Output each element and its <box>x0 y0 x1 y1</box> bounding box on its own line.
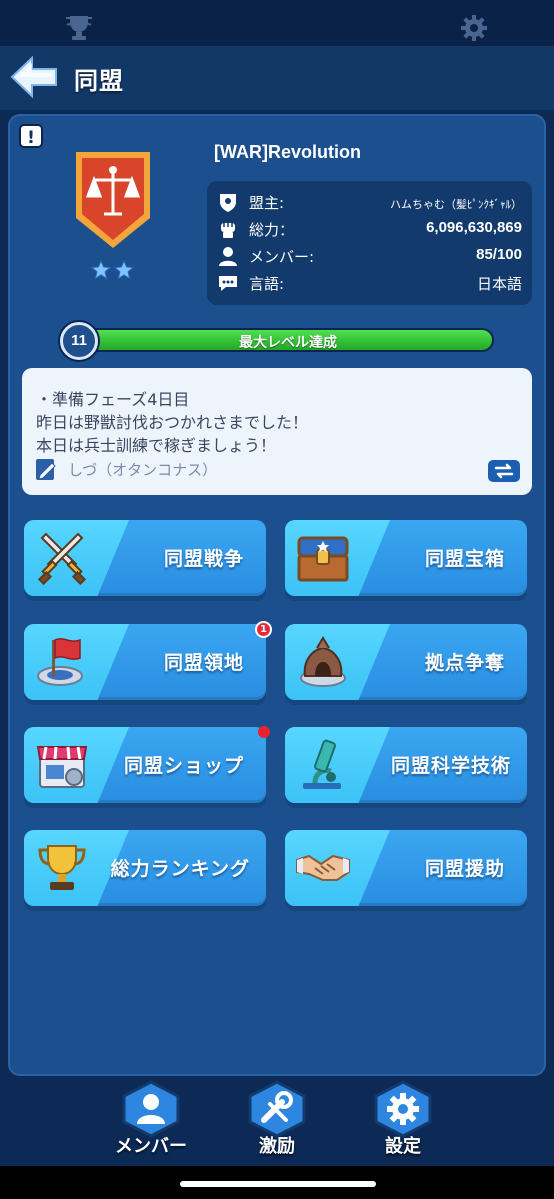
notice-line: 本日は兵士訓練で稼ぎましょう！ <box>36 436 277 455</box>
edit-pen-icon[interactable] <box>34 456 60 482</box>
top-bar <box>0 0 554 46</box>
info-label: 盟主: <box>249 194 285 212</box>
menu-label: 同盟宝箱 <box>424 548 505 570</box>
fist-icon <box>221 223 235 238</box>
home-indicator-bar <box>0 1166 554 1199</box>
alliance-emblem-icon[interactable] <box>70 148 156 252</box>
stronghold-icon <box>300 636 346 687</box>
leader-shield-icon <box>220 194 236 212</box>
star-icon <box>90 260 112 280</box>
notice-line: 昨日は野獣討伐おつかれさまでした！ <box>36 413 309 432</box>
info-label: 言語: <box>249 275 285 293</box>
level-badge: 11 <box>60 322 98 360</box>
header: 同盟 <box>0 46 554 110</box>
notice-author: しづ（オタンコナス） <box>68 461 218 479</box>
menu-label: 同盟ショップ <box>123 755 244 777</box>
info-alert-icon[interactable]: ! <box>19 124 43 148</box>
notice-line: ・準備フェーズ4日目 <box>36 390 190 409</box>
handshake-icon <box>296 854 350 881</box>
trophy-icon[interactable] <box>64 14 94 42</box>
page-title: 同盟 <box>74 67 124 95</box>
treasure-chest-icon <box>297 536 349 582</box>
menu-alliance-war[interactable]: 同盟戦争 <box>24 520 266 596</box>
nav-label: 設定 <box>385 1136 421 1157</box>
nav-encourage-button[interactable]: 激励 <box>234 1080 320 1160</box>
nav-members-button[interactable]: メンバー <box>108 1080 194 1160</box>
info-row-members: メンバー: 85/100 <box>217 243 522 269</box>
nav-label: メンバー <box>115 1136 187 1157</box>
menu-label: 同盟戦争 <box>163 548 244 570</box>
star-icon <box>113 260 135 280</box>
leader-value[interactable]: ハムちゃむ（髪ﾋﾟﾝｸｷﾞｬﾙ） <box>390 196 522 212</box>
territory-flag-icon <box>37 638 83 686</box>
info-label: 総力： <box>249 221 295 239</box>
menu-power-ranking[interactable]: 総力ランキング <box>24 830 266 906</box>
language-value: 日本語 <box>476 276 522 293</box>
menu-alliance-chest[interactable]: 同盟宝箱 <box>285 520 527 596</box>
shop-icon <box>36 746 88 788</box>
tools-icon <box>248 1080 306 1138</box>
menu-alliance-territory[interactable]: 同盟領地 <box>24 624 266 700</box>
translate-swap-button[interactable] <box>488 460 520 482</box>
menu-label: 拠点争奪 <box>424 652 505 674</box>
menu-label: 同盟領地 <box>163 652 244 674</box>
menu-label: 総力ランキング <box>110 858 250 880</box>
menu-label: 同盟科学技術 <box>390 755 511 777</box>
info-row-power: 総力： 6,096,630,869 <box>217 216 522 242</box>
home-indicator[interactable] <box>180 1181 376 1187</box>
level-status-text: 最大レベル達成 <box>239 335 337 351</box>
gear-icon[interactable] <box>460 14 488 42</box>
power-value: 6,096,630,869 <box>426 219 522 236</box>
settings-gear-icon <box>374 1080 432 1138</box>
nav-settings-button[interactable]: 設定 <box>360 1080 446 1160</box>
alliance-stars <box>90 260 135 280</box>
person-icon <box>219 247 237 266</box>
trophy-cup-icon <box>38 845 86 890</box>
notification-dot <box>258 726 270 738</box>
menu-stronghold-battle[interactable]: 拠点争奪 <box>285 624 527 700</box>
alliance-notice[interactable]: ・準備フェーズ4日目 昨日は野獣討伐おつかれさまでした！ 本日は兵士訓練で稼ぎま… <box>22 368 532 495</box>
swap-arrows-icon <box>494 463 514 479</box>
members-icon <box>122 1080 180 1138</box>
members-value: 85/100 <box>476 246 522 263</box>
menu-alliance-shop[interactable]: 同盟ショップ <box>24 727 266 803</box>
info-row-language: 言語: 日本語 <box>217 270 522 296</box>
alliance-info-box: 盟主: ハムちゃむ（髪ﾋﾟﾝｸｷﾞｬﾙ） 総力： 6,096,630,869 メ… <box>207 181 532 305</box>
menu-label: 同盟援助 <box>424 858 505 880</box>
menu-alliance-science[interactable]: 同盟科学技術 <box>285 727 527 803</box>
menu-alliance-aid[interactable]: 同盟援助 <box>285 830 527 906</box>
back-arrow-icon[interactable] <box>8 54 60 100</box>
level-progress-bar: 最大レベル達成 <box>82 328 494 352</box>
info-label: メンバー: <box>249 248 315 266</box>
microscope-icon <box>303 739 341 789</box>
notification-badge: 1 <box>255 621 272 638</box>
alliance-level: 最大レベル達成 11 <box>60 322 496 360</box>
crossed-swords-icon <box>37 532 87 586</box>
info-row-leader: 盟主: ハムちゃむ（髪ﾋﾟﾝｸｷﾞｬﾙ） <box>217 189 522 215</box>
alliance-name: [WAR]Revolution <box>214 142 361 162</box>
nav-label: 激励 <box>259 1136 295 1157</box>
chat-icon <box>219 276 237 291</box>
